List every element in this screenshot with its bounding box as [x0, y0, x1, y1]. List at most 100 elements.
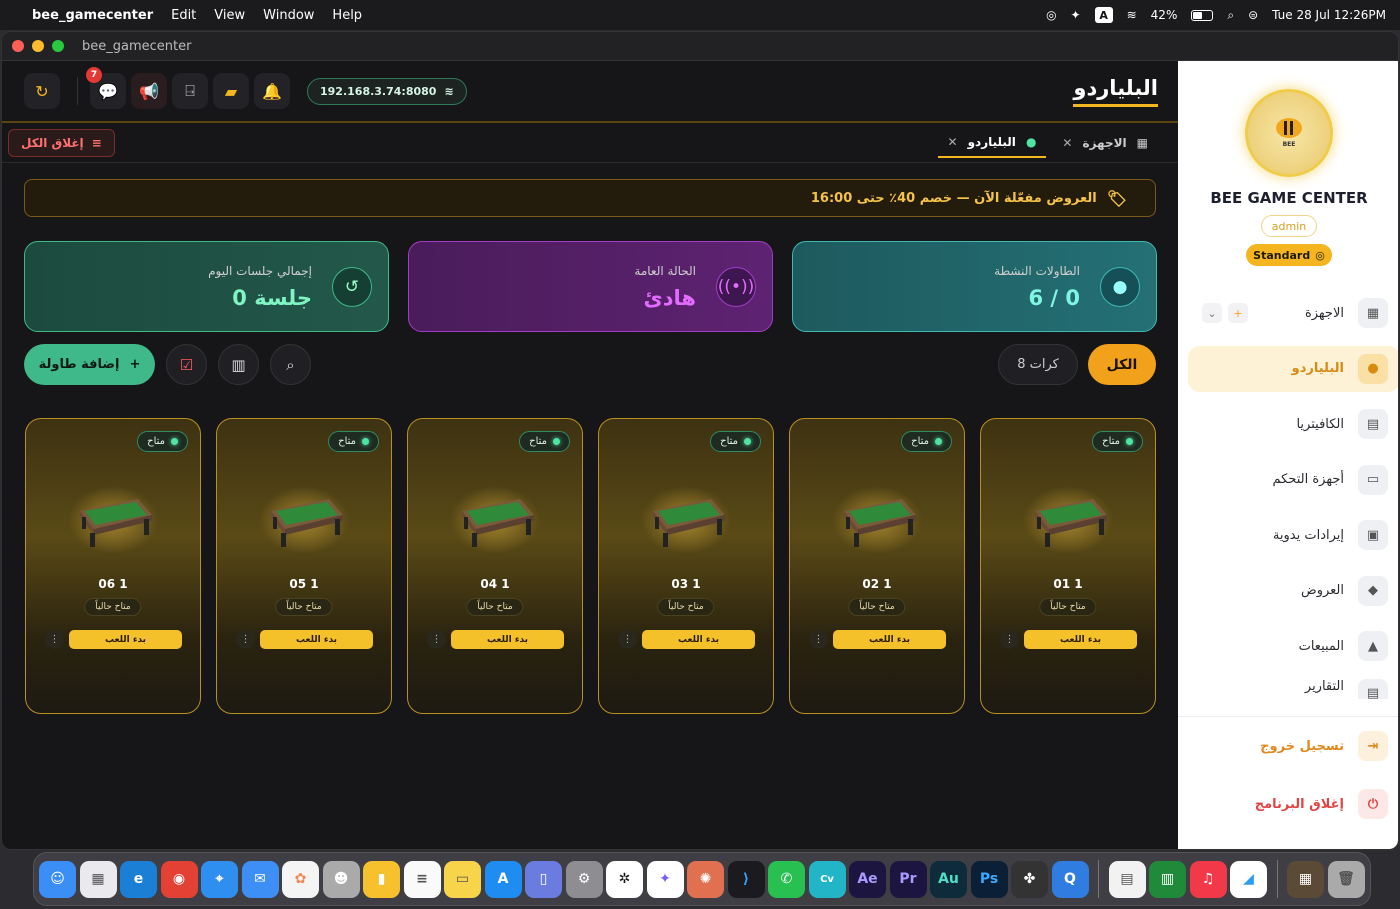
- more-options-icon[interactable]: ⋮: [1000, 630, 1019, 649]
- document-icon[interactable]: ▤: [1108, 860, 1146, 898]
- start-game-button[interactable]: بدء اللعب: [833, 630, 946, 649]
- menu-edit[interactable]: Edit: [171, 8, 196, 23]
- billiard-table-card[interactable]: متاح 05 1 متاح حالياً بدء اللعب ⋮: [216, 418, 392, 714]
- more-options-icon[interactable]: ⋮: [618, 630, 637, 649]
- sidebar-item-label: أجهزة التحكم: [1272, 472, 1344, 487]
- whatsapp-icon[interactable]: ✆: [768, 860, 805, 898]
- music-icon[interactable]: ♫: [1189, 860, 1227, 898]
- mail-icon[interactable]: ✉: [241, 860, 279, 898]
- tab-billiards[interactable]: ✕ البلياردو ●: [937, 128, 1047, 158]
- close-window-button[interactable]: [12, 40, 24, 52]
- start-game-button[interactable]: بدء اللعب: [69, 630, 182, 649]
- sidebar-item-devices[interactable]: ⌄ + الاجهزة ▦: [1188, 290, 1398, 336]
- announce-button[interactable]: 📢: [131, 73, 167, 109]
- map-button[interactable]: ▥: [218, 344, 259, 385]
- sidebar-item-sales[interactable]: المبيعات ▲: [1188, 623, 1398, 669]
- billiard-table-card[interactable]: متاح 06 1 متاح حالياً بدء اللعب ⋮: [25, 418, 201, 714]
- menu-app-name[interactable]: bee_gamecenter: [32, 8, 153, 23]
- photoshop-icon[interactable]: Ps: [970, 860, 1008, 898]
- flutter-icon[interactable]: ◢: [1230, 860, 1267, 898]
- audition-icon[interactable]: Au: [930, 860, 967, 898]
- contacts-icon[interactable]: ☻: [322, 860, 360, 898]
- launchpad-icon[interactable]: ▦: [79, 860, 117, 898]
- safari-icon[interactable]: ⌖: [201, 860, 238, 898]
- sidebar-item-cafeteria[interactable]: الكافيتريا ▤: [1188, 401, 1398, 447]
- start-game-button[interactable]: بدء اللعب: [451, 630, 564, 649]
- claude-icon[interactable]: ✺: [687, 860, 724, 898]
- sidebar-item-controllers[interactable]: أجهزة التحكم ▭: [1188, 457, 1398, 503]
- gemini-icon[interactable]: ✦: [646, 860, 684, 898]
- sidebar-item-billiards[interactable]: البلياردو ●: [1188, 345, 1398, 392]
- start-game-button[interactable]: بدء اللعب: [642, 630, 755, 649]
- spotlight-icon[interactable]: ⌕: [1227, 8, 1234, 23]
- logout-button[interactable]: تسجيل خروج ⇥: [1260, 731, 1388, 761]
- sidebar-item-manual-revenue[interactable]: إيرادات يدوية ▣: [1188, 512, 1398, 558]
- after-effects-icon[interactable]: Ae: [849, 860, 886, 898]
- billiard-table-card[interactable]: متاح 01 1 متاح حالياً بدء اللعب ⋮: [980, 418, 1156, 714]
- sparkle-icon[interactable]: ✦: [1071, 8, 1081, 22]
- menubar-clock[interactable]: Tue 28 Jul 12:26PM: [1272, 8, 1386, 22]
- settings-icon[interactable]: ⚙: [565, 860, 603, 898]
- menu-window[interactable]: Window: [263, 8, 314, 23]
- chatgpt-icon[interactable]: ✲: [606, 860, 643, 898]
- premiere-icon[interactable]: Pr: [889, 860, 927, 898]
- minimize-window-button[interactable]: [32, 40, 44, 52]
- more-options-icon[interactable]: ⋮: [236, 630, 255, 649]
- billiard-table-card[interactable]: متاح 02 1 متاح حالياً بدء اللعب ⋮: [789, 418, 965, 714]
- canva-icon[interactable]: Cv: [808, 860, 846, 898]
- billiard-table-icon: [832, 486, 922, 554]
- app-store-icon[interactable]: A: [484, 860, 522, 898]
- tab-devices[interactable]: ✕ الاجهزة ▦: [1052, 129, 1158, 157]
- messages-button[interactable]: 7 💬: [86, 67, 126, 109]
- start-game-button[interactable]: بدء اللعب: [1024, 630, 1137, 649]
- plus-icon[interactable]: +: [1228, 303, 1248, 323]
- menu-help[interactable]: Help: [332, 8, 362, 23]
- battery-icon[interactable]: [1191, 9, 1214, 21]
- zoom-window-button[interactable]: [52, 40, 64, 52]
- chrome-icon[interactable]: ◉: [160, 860, 198, 898]
- notes-icon[interactable]: ▭: [444, 860, 481, 898]
- billiard-table-card[interactable]: متاح 04 1 متاح حالياً بدء اللعب ⋮: [407, 418, 583, 714]
- creative-cloud-icon[interactable]: ◎: [1046, 8, 1056, 22]
- edge-icon[interactable]: e: [120, 860, 157, 898]
- numbers-icon[interactable]: ▥: [1149, 860, 1186, 898]
- vscode-icon[interactable]: ⟩: [727, 860, 765, 898]
- close-all-tabs-button[interactable]: إغلاق الكل ≡: [8, 128, 115, 157]
- pages-icon[interactable]: ▮: [363, 860, 400, 898]
- start-game-button[interactable]: بدء اللعب: [260, 630, 373, 649]
- simulator-icon[interactable]: ▯: [525, 860, 562, 898]
- input-source-icon[interactable]: A: [1094, 7, 1113, 23]
- menu-view[interactable]: View: [214, 8, 245, 23]
- close-tab-icon[interactable]: ✕: [948, 135, 958, 149]
- checklist-button[interactable]: ☑: [166, 344, 207, 385]
- quicktime-icon[interactable]: Q: [1051, 860, 1089, 898]
- more-options-icon[interactable]: ⋮: [427, 630, 446, 649]
- server-ip-badge[interactable]: 192.168.3.74:8080 ≋: [307, 77, 467, 105]
- search-button[interactable]: ⌕: [270, 344, 311, 385]
- close-tab-icon[interactable]: ✕: [1062, 136, 1072, 150]
- filter-8-ball[interactable]: 8 كرات: [998, 344, 1078, 385]
- battery-percent: 42%: [1150, 8, 1178, 22]
- add-table-button[interactable]: إضافة طاولة +: [24, 344, 155, 385]
- trash-icon[interactable]: 🗑: [1327, 860, 1365, 898]
- folder-button[interactable]: ▰: [213, 73, 249, 109]
- billiard-table-card[interactable]: متاح 03 1 متاح حالياً بدء اللعب ⋮: [598, 418, 774, 714]
- refresh-button[interactable]: ↻: [24, 73, 60, 109]
- sidebar-item-reports[interactable]: التقارير ▤: [1188, 678, 1398, 699]
- chevron-down-icon[interactable]: ⌄: [1202, 303, 1222, 323]
- more-options-icon[interactable]: ⋮: [809, 630, 828, 649]
- alerts-button[interactable]: 🔔: [254, 73, 290, 109]
- control-center-icon[interactable]: ⊜: [1248, 8, 1258, 22]
- davinci-icon[interactable]: ✤: [1011, 860, 1048, 898]
- reminders-icon[interactable]: ≡: [403, 860, 441, 898]
- exit-door-button[interactable]: ⍈: [172, 73, 208, 109]
- filter-all[interactable]: الكل: [1088, 344, 1156, 385]
- quit-button[interactable]: إغلاق البرنامج ⏻: [1255, 789, 1388, 819]
- finder-icon[interactable]: ☺: [39, 860, 76, 898]
- downloads-stack-icon[interactable]: ▦: [1287, 860, 1324, 898]
- wifi-icon[interactable]: ≋: [1127, 8, 1137, 22]
- more-options-icon[interactable]: ⋮: [45, 630, 64, 649]
- quit-label: إغلاق البرنامج: [1254, 796, 1344, 812]
- photos-icon[interactable]: ✿: [282, 860, 319, 898]
- sidebar-item-offers[interactable]: العروض ◆: [1188, 568, 1398, 614]
